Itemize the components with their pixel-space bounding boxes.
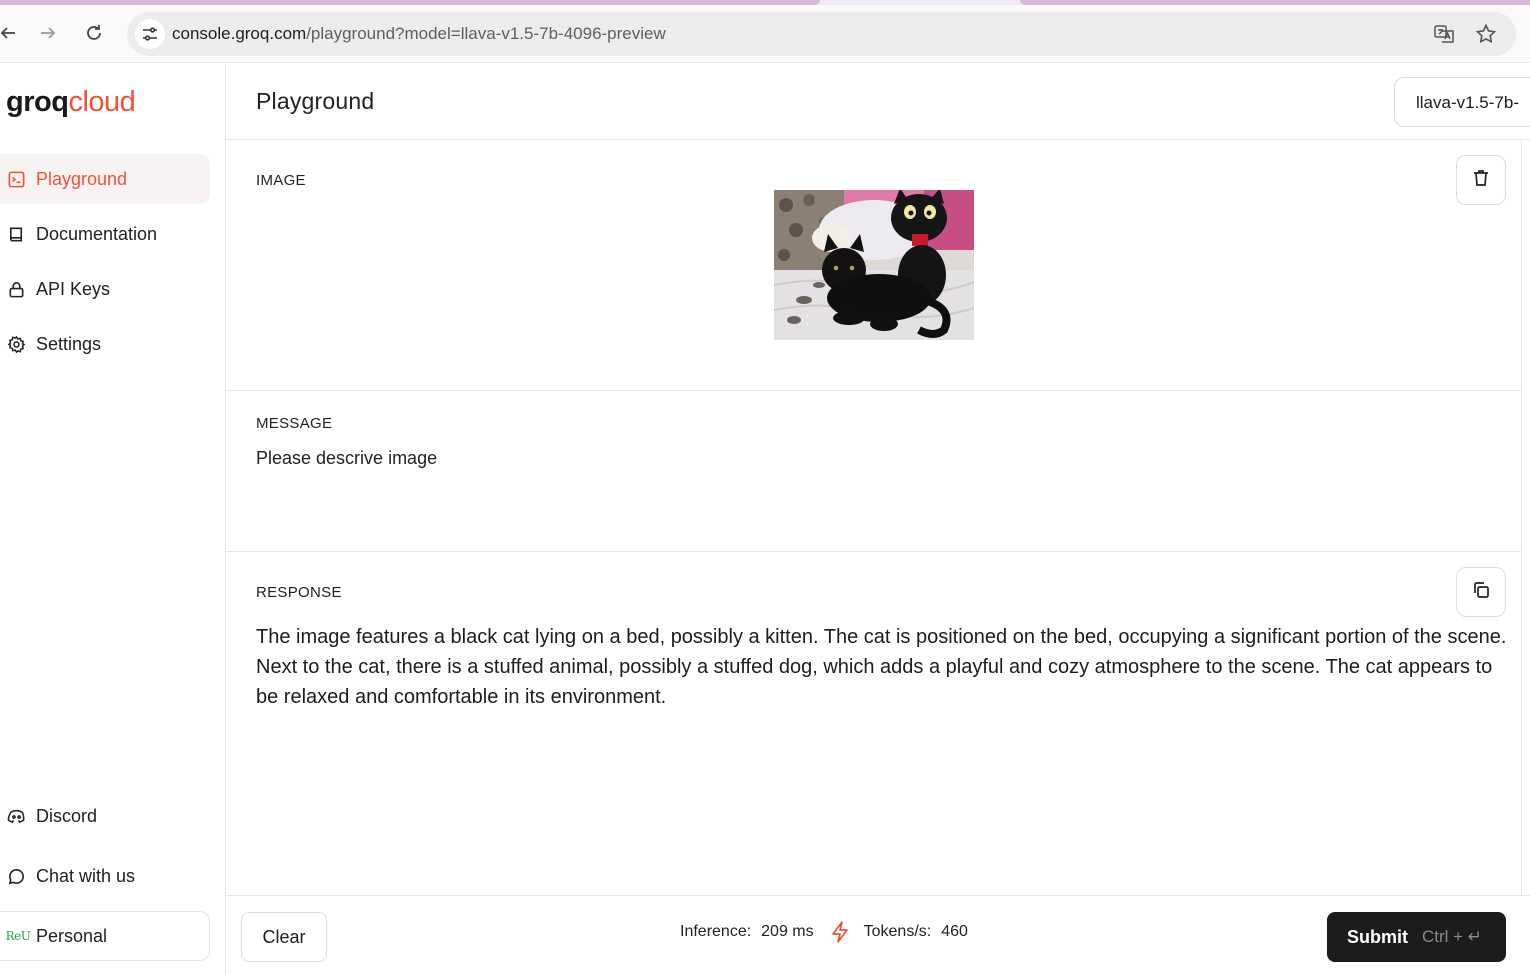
site-info-icon[interactable]: [135, 19, 165, 49]
model-select-dropdown[interactable]: llava-v1.5-7b-: [1394, 77, 1530, 127]
discord-icon: [5, 805, 27, 827]
logo-cloud-text: cloud: [68, 86, 136, 118]
url-text[interactable]: console.groq.com/playground?model=llava-…: [172, 24, 666, 44]
delete-image-button[interactable]: [1456, 155, 1506, 205]
inference-value: 209 ms: [761, 923, 814, 940]
sidebar-item-label: API Keys: [36, 278, 111, 299]
sidebar: groqcloud Playground Documentation API K…: [0, 64, 226, 975]
lock-icon: [5, 278, 27, 300]
sidebar-item-settings[interactable]: Settings: [0, 319, 210, 369]
inference-label: Inference:: [680, 923, 752, 940]
sidebar-item-label: Discord: [36, 805, 98, 826]
message-input[interactable]: Please descrive image: [256, 448, 437, 469]
browser-toolbar: console.groq.com/playground?model=llava-…: [0, 5, 1530, 63]
inference-stats: Inference: 209 ms Tokens/s: 460: [680, 920, 968, 944]
translate-icon[interactable]: [1433, 23, 1455, 45]
address-bar[interactable]: console.groq.com/playground?model=llava-…: [127, 12, 1516, 56]
sidebar-item-api-keys[interactable]: API Keys: [0, 264, 210, 314]
image-section-label: IMAGE: [256, 172, 306, 189]
section-divider: [226, 390, 1522, 391]
book-icon: [5, 223, 27, 245]
playground-footer: Clear Inference: 209 ms Tokens/s: 460 Su…: [226, 895, 1530, 975]
tokens-per-second-label: Tokens/s:: [863, 923, 932, 940]
org-switcher-personal[interactable]: ReU Personal: [0, 911, 210, 961]
response-section-label: RESPONSE: [256, 584, 342, 601]
gear-icon: [5, 333, 27, 355]
sidebar-item-chat-with-us[interactable]: Chat with us: [0, 851, 210, 901]
sidebar-item-label: Documentation: [36, 223, 158, 244]
sidebar-item-label: Playground: [36, 168, 128, 189]
response-text: The image features a black cat lying on …: [256, 626, 1507, 708]
org-avatar-text: ReU: [5, 929, 31, 943]
trash-icon: [1471, 168, 1491, 193]
org-avatar-icon: ReU: [5, 925, 31, 947]
tokens-per-second-value: 460: [941, 923, 968, 940]
sidebar-item-discord[interactable]: Discord: [0, 791, 210, 841]
section-divider: [226, 551, 1522, 552]
reload-icon[interactable]: [80, 19, 108, 47]
lightning-bolt-icon: [828, 920, 852, 944]
back-icon[interactable]: [0, 19, 22, 47]
submit-label: Submit: [1347, 926, 1408, 947]
message-section-label: MESSAGE: [256, 415, 333, 432]
sidebar-item-label: Chat with us: [36, 865, 136, 886]
chat-bubble-icon: [5, 865, 27, 887]
submit-shortcut-hint: Ctrl + ↵: [1422, 927, 1483, 946]
logo-groq-text: groq: [6, 86, 69, 118]
sidebar-item-playground[interactable]: Playground: [0, 154, 210, 204]
sidebar-item-documentation[interactable]: Documentation: [0, 209, 210, 259]
groqcloud-logo[interactable]: groqcloud: [6, 86, 136, 119]
page-title: Playground: [256, 88, 375, 114]
forward-icon[interactable]: [34, 19, 62, 47]
url-host: console.groq.com: [172, 24, 307, 43]
sidebar-item-label: Settings: [36, 333, 102, 354]
playground-content: IMAGE MESSAGE Please descrive image RESP…: [226, 140, 1522, 895]
main-header: Playground llava-v1.5-7b-: [226, 64, 1530, 140]
clear-button[interactable]: Clear: [241, 912, 327, 962]
playground-icon: [5, 168, 27, 190]
bookmark-star-icon[interactable]: [1475, 23, 1497, 45]
uploaded-image-thumbnail[interactable]: [774, 190, 974, 340]
sidebar-item-label: Personal: [36, 925, 108, 946]
copy-response-button[interactable]: [1456, 567, 1506, 617]
copy-icon: [1471, 580, 1491, 605]
url-path: /playground?model=llava-v1.5-7b-4096-pre…: [306, 24, 666, 43]
submit-button[interactable]: Submit Ctrl + ↵: [1327, 912, 1506, 962]
